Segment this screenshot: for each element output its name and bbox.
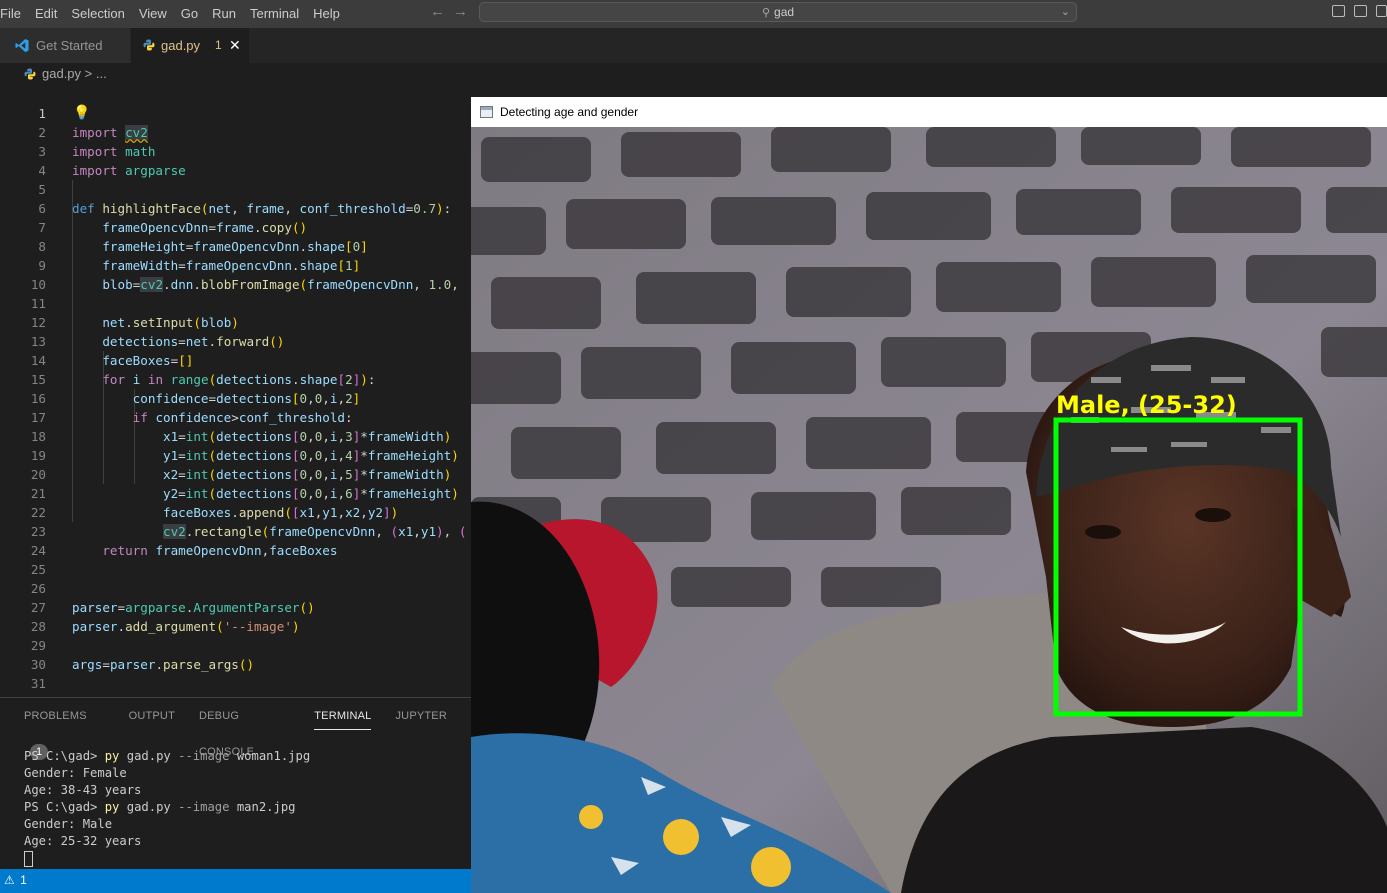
tab-debug-console[interactable]: DEBUG CONSOLE	[199, 698, 290, 758]
code-line: 2 import math 💡	[0, 104, 471, 159]
menu-bar: File Edit Selection View Go Run Terminal…	[0, 0, 347, 28]
tab-jupyter[interactable]: JUPYTER	[395, 698, 447, 734]
toggle-panel-icon[interactable]	[1354, 5, 1367, 17]
toggle-primary-sidebar-icon[interactable]	[1332, 5, 1345, 17]
code-line: 10	[0, 256, 471, 292]
tab-label: Get Started	[36, 38, 103, 53]
tab-label: PROBLEMS	[24, 710, 87, 722]
code-line: 14 for i in range(detections.shape[2]):	[0, 332, 471, 387]
code-line: 17 x1=int(detections[0,0,i,3]*frameWidth…	[0, 389, 471, 444]
code-line: 8 frameWidth=frameOpencvDnn.shape[1]	[0, 218, 471, 273]
tab-label: JUPYTER	[395, 710, 447, 722]
close-icon[interactable]: ✕	[229, 28, 241, 63]
image-window-titlebar[interactable]: Detecting age and gender	[471, 97, 1387, 127]
detection-photo: Male, (25-32)	[471, 127, 1387, 893]
code-line: 21 faceBoxes.append([x1,y1,x2,y2])	[0, 465, 471, 520]
menu-view[interactable]: View	[132, 2, 174, 26]
code-line: 1 import cv2	[0, 85, 471, 140]
terminal-cursor	[24, 850, 33, 867]
terminal-line: Age: 25-32 years	[24, 834, 142, 848]
tab-label: gad.py	[161, 38, 201, 53]
code-line: 15 confidence=detections[0,0,i,2]	[0, 351, 471, 406]
toggle-secondary-sidebar-icon[interactable]	[1376, 5, 1387, 17]
tab-problems[interactable]: PROBLEMS1	[24, 698, 105, 760]
code-line: 6 frameOpencvDnn=frame.copy()	[0, 180, 471, 235]
code-line: 31 faceProto="opencv_face_detector.pbtxt…	[0, 655, 471, 697]
code-line: 11 net.setInput(blob)	[0, 275, 471, 330]
code-line: 18 y1=int(detections[0,0,i,4]*frameHeigh…	[0, 408, 471, 463]
code-line: 25	[0, 541, 471, 577]
bottom-panel: PROBLEMS1 OUTPUT DEBUG CONSOLE TERMINAL …	[0, 697, 471, 870]
code-line: 5 def highlightFace(net, frame, conf_thr…	[0, 161, 471, 216]
code-line: 24	[0, 522, 471, 558]
code-line: 3 import argparse	[0, 123, 471, 178]
code-line: 27 parser.add_argument('--image')	[0, 579, 471, 634]
code-line: 7 frameHeight=frameOpencvDnn.shape[0]	[0, 199, 471, 254]
chevron-down-icon[interactable]: ⌄	[1061, 3, 1070, 21]
command-center-text: gad	[774, 5, 795, 19]
tab-output[interactable]: OUTPUT	[129, 698, 175, 734]
tab-terminal[interactable]: TERMINAL	[314, 698, 372, 730]
code-line: 19 x2=int(detections[0,0,i,5]*frameWidth…	[0, 427, 471, 482]
forward-arrow-icon[interactable]: →	[453, 3, 468, 20]
code-line: 22 cv2.rectangle(frameOpencvDnn, (x1,y1)…	[0, 484, 471, 539]
photo-canvas: Male, (25-32)	[471, 127, 1387, 893]
terminal-line: PS C:\gad> py gad.py --image man2.jpg	[24, 800, 296, 814]
code-line: 23 return frameOpencvDnn,faceBoxes	[0, 503, 471, 558]
python-file-icon	[143, 39, 155, 51]
image-window-title: Detecting age and gender	[500, 105, 639, 119]
code-line: 9 blob=cv2.dnn.blobFromImage(frameOpencv…	[0, 237, 471, 292]
tab-label: OUTPUT	[128, 710, 175, 722]
tab-get-started[interactable]: Get Started	[0, 28, 130, 63]
menu-file[interactable]: File	[0, 2, 28, 26]
window-app-icon	[480, 106, 493, 118]
terminal-line: PS C:\gad> py gad.py --image woman1.jpg	[24, 749, 311, 763]
code-line: 26 parser=argparse.ArgumentParser()	[0, 560, 471, 615]
tab-label: TERMINAL	[314, 710, 372, 722]
tab-problem-count: 1	[215, 38, 222, 52]
command-center-search[interactable]: ⚲ gad ⌄	[479, 2, 1077, 22]
menu-selection[interactable]: Selection	[64, 2, 131, 26]
image-window[interactable]: Detecting age and gender Male, (25-32)	[471, 97, 1387, 893]
terminal-line: Gender: Male	[24, 817, 113, 831]
code-line: 29 args=parser.parse_args()	[0, 617, 471, 672]
back-arrow-icon[interactable]: ←	[430, 3, 445, 20]
breadcrumb-path[interactable]: gad.py > ...	[42, 63, 107, 85]
code-line: 20 y2=int(detections[0,0,i,6]*frameHeigh…	[0, 446, 471, 501]
code-line: 32 faceModel="opencv_face_detector_uint8…	[0, 674, 471, 697]
terminal-output[interactable]: PS C:\gad> py gad.py --image woman1.jpg G…	[24, 748, 310, 867]
menu-terminal[interactable]: Terminal	[243, 2, 306, 26]
eye-left	[1085, 525, 1121, 539]
warning-count: 1	[20, 873, 27, 887]
panel-tabs: PROBLEMS1 OUTPUT DEBUG CONSOLE TERMINAL …	[24, 698, 471, 760]
warning-icon: ⚠	[4, 873, 15, 887]
code-line: 30	[0, 636, 471, 672]
tab-gad-py[interactable]: gad.py 1 ✕	[131, 28, 249, 63]
terminal-line: Age: 38-43 years	[24, 783, 142, 797]
search-icon: ⚲	[761, 7, 771, 19]
code-line: 12 detections=net.forward()	[0, 294, 471, 349]
lightbulb-icon[interactable]: 💡	[73, 104, 90, 123]
eye-right	[1195, 508, 1231, 522]
editor-tabs: Get Started gad.py 1 ✕	[0, 28, 1387, 63]
vscode-logo-icon	[15, 38, 29, 53]
status-bar: ⚠ 1	[0, 869, 471, 893]
title-bar: File Edit Selection View Go Run Terminal…	[0, 0, 1387, 28]
python-file-icon	[24, 68, 36, 80]
terminal-line: Gender: Female	[24, 766, 127, 780]
detection-label: Male, (25-32)	[1056, 391, 1237, 419]
status-warnings[interactable]: ⚠ 1	[2, 873, 27, 887]
terminal-cursor-line	[24, 850, 310, 867]
menu-run[interactable]: Run	[205, 2, 243, 26]
menu-go[interactable]: Go	[174, 2, 205, 26]
menu-edit[interactable]: Edit	[28, 2, 64, 26]
code-editor[interactable]: 1 import cv2 2 import math 💡 3 import ar…	[0, 85, 471, 697]
code-line: 13 faceBoxes=[]	[0, 313, 471, 368]
code-line: 4	[0, 142, 471, 178]
code-line: 28	[0, 598, 471, 634]
menu-help[interactable]: Help	[306, 2, 347, 26]
code-line: 16 if confidence>conf_threshold:	[0, 370, 471, 425]
